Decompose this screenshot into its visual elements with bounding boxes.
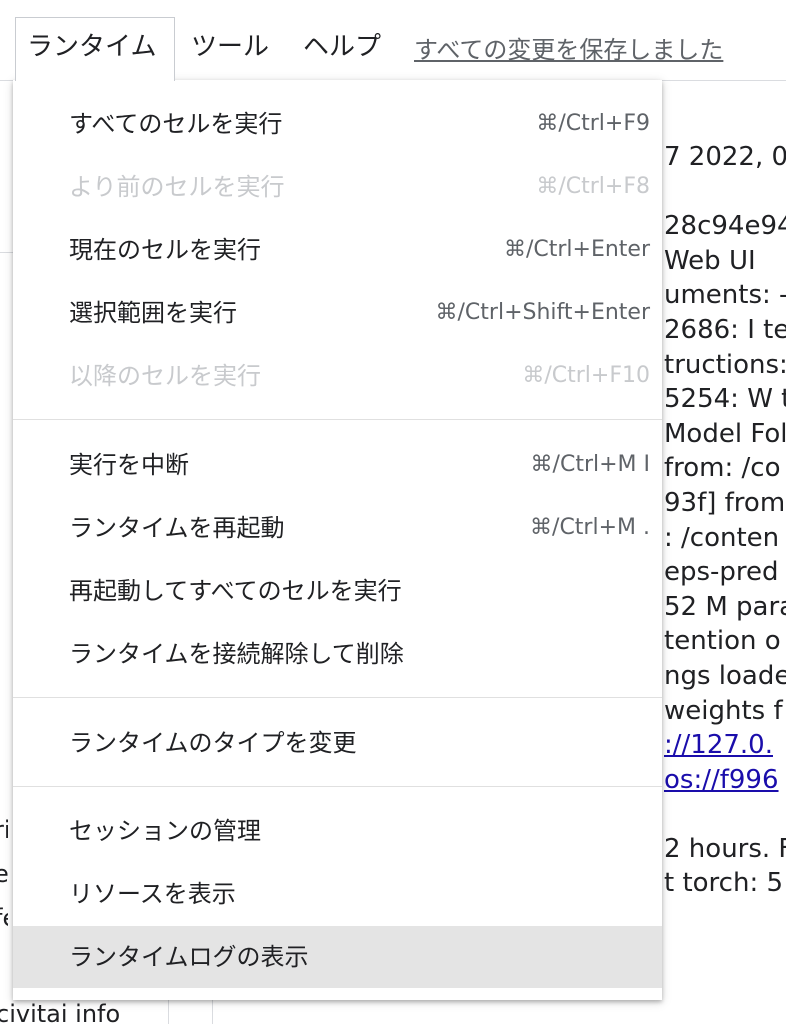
menu-item-label: ランタイムログの表示: [69, 943, 309, 971]
output-line: 28c94e94: [664, 211, 786, 242]
output-line: 2 hours. F: [664, 833, 786, 864]
menu-item-label: ランタイムを再起動: [69, 514, 285, 542]
menu-item-label: 以降のセルを実行: [69, 362, 261, 390]
menubar: ランタイム ツール ヘルプ すべての変更を保存しました: [0, 0, 786, 81]
menu-item-run-before: より前のセルを実行 ⌘/Ctrl+F8: [13, 156, 662, 218]
output-line: 7 2022, 0: [664, 142, 786, 172]
save-status-link[interactable]: すべての変更を保存しました: [414, 30, 723, 65]
menu-item-label: 実行を中断: [69, 451, 189, 479]
runtime-dropdown-menu: すべてのセルを実行 ⌘/Ctrl+F9 より前のセルを実行 ⌘/Ctrl+F8 …: [13, 80, 662, 1000]
menu-item-shortcut: ⌘/Ctrl+F8: [536, 174, 650, 199]
output-line: from: /co: [664, 453, 781, 484]
output-line: 5254: W t: [664, 384, 786, 415]
menu-item-label: より前のセルを実行: [69, 173, 285, 201]
cell-output: 7 2022, 0 28c94e94 Web UI uments: -- 268…: [664, 140, 786, 901]
menu-item-label: 現在のセルを実行: [69, 236, 261, 264]
output-link[interactable]: os://f996: [664, 763, 786, 798]
menu-tools[interactable]: ツール: [191, 18, 269, 80]
menu-item-view-resources[interactable]: リソースを表示: [13, 863, 662, 925]
menu-item-label: 選択範囲を実行: [69, 299, 237, 327]
menu-item-run-selection[interactable]: 選択範囲を実行 ⌘/Ctrl+Shift+Enter: [13, 282, 662, 344]
left-panel-text: ri ev fe: [0, 808, 8, 940]
output-line: ngs loaded: [664, 660, 786, 691]
menu-item-disconnect-and-delete[interactable]: ランタイムを接続解除して削除: [13, 623, 662, 685]
output-line: uments: --: [664, 280, 786, 311]
menu-item-shortcut: ⌘/Ctrl+F10: [522, 363, 650, 388]
output-line: 52 M para: [664, 591, 786, 622]
menu-item-label: ランタイムを接続解除して削除: [69, 640, 404, 668]
left-panel-divider: [0, 252, 14, 253]
menu-separator: [13, 419, 662, 420]
menu-item-label: ランタイムのタイプを変更: [69, 729, 357, 757]
menu-runtime[interactable]: ランタイム: [15, 17, 175, 81]
menu-item-label: すべてのセルを実行: [69, 110, 283, 138]
left-panel-line: fe: [0, 896, 8, 940]
menu-item-label: セッションの管理: [69, 817, 261, 845]
menu-item-view-runtime-logs[interactable]: ランタイムログの表示: [13, 926, 662, 988]
output-line: eps-pred: [664, 557, 779, 588]
output-line: Model Fol: [664, 418, 786, 449]
menu-item-shortcut: ⌘/Ctrl+Shift+Enter: [435, 300, 650, 325]
menu-item-label: リソースを表示: [69, 880, 236, 908]
menu-item-shortcut: ⌘/Ctrl+F9: [536, 111, 650, 136]
menu-item-run-current[interactable]: 現在のセルを実行 ⌘/Ctrl+Enter: [13, 219, 662, 281]
menu-help[interactable]: ヘルプ: [303, 18, 381, 80]
menu-item-run-all[interactable]: すべてのセルを実行 ⌘/Ctrl+F9: [13, 93, 662, 155]
output-line: tructions:: [664, 349, 786, 380]
menu-item-restart-and-run-all[interactable]: 再起動してすべてのセルを実行: [13, 560, 662, 622]
menu-separator: [13, 786, 662, 787]
menu-item-shortcut: ⌘/Ctrl+M .: [530, 515, 650, 540]
output-line: : /conten: [664, 522, 780, 553]
output-link[interactable]: ://127.0.: [664, 728, 786, 763]
output-line: t torch: 5: [664, 868, 784, 899]
menu-item-run-after: 以降のセルを実行 ⌘/Ctrl+F10: [13, 345, 662, 407]
menu-item-shortcut: ⌘/Ctrl+Enter: [503, 237, 650, 262]
output-line: weights f: [664, 695, 783, 726]
left-panel-line: ri: [0, 816, 8, 844]
menu-item-shortcut: ⌘/Ctrl+M I: [530, 452, 650, 477]
output-line: 93f] from: [664, 487, 786, 518]
menu-item-restart-runtime[interactable]: ランタイムを再起動 ⌘/Ctrl+M .: [13, 497, 662, 559]
output-line: Web UI: [664, 245, 756, 276]
output-line: tention o: [664, 626, 781, 657]
menu-item-label: 再起動してすべてのセルを実行: [69, 577, 402, 605]
menu-item-manage-sessions[interactable]: セッションの管理: [13, 800, 662, 862]
left-panel-line: ev: [0, 860, 8, 888]
menu-separator: [13, 697, 662, 698]
output-line: 2686: I te: [664, 314, 786, 345]
menu-item-change-runtime-type[interactable]: ランタイムのタイプを変更: [13, 712, 662, 774]
menu-item-interrupt[interactable]: 実行を中断 ⌘/Ctrl+M I: [13, 434, 662, 496]
